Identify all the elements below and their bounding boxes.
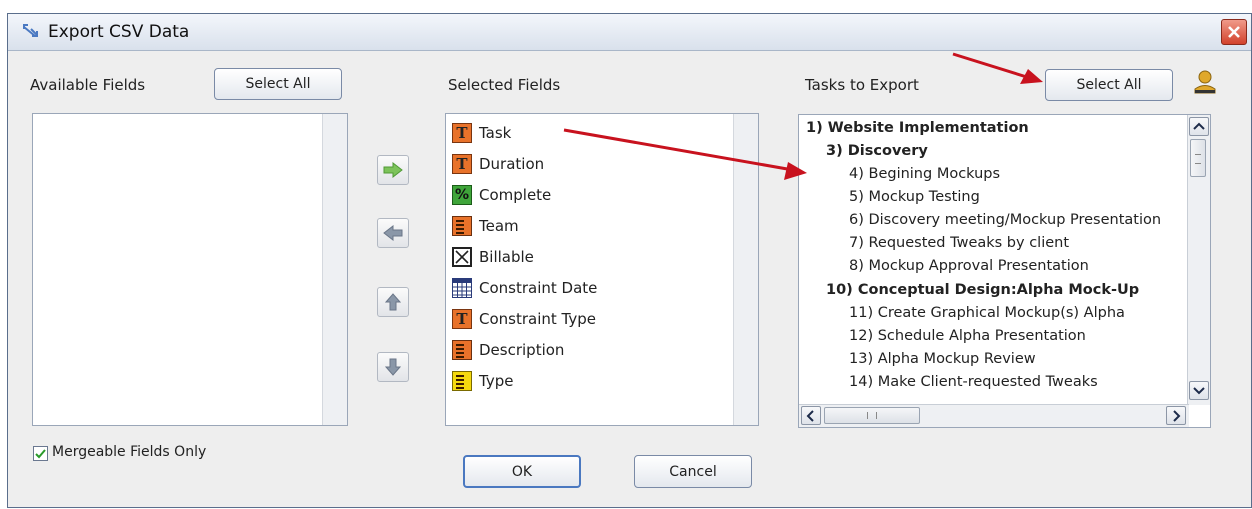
annotation-arrow-to-tasks	[563, 128, 807, 180]
annotation-arrows	[563, 52, 1043, 180]
annotation-arrow-to-select-all	[952, 52, 1043, 84]
export-csv-dialog: Export CSV Data Available Fields Select …	[7, 13, 1252, 508]
